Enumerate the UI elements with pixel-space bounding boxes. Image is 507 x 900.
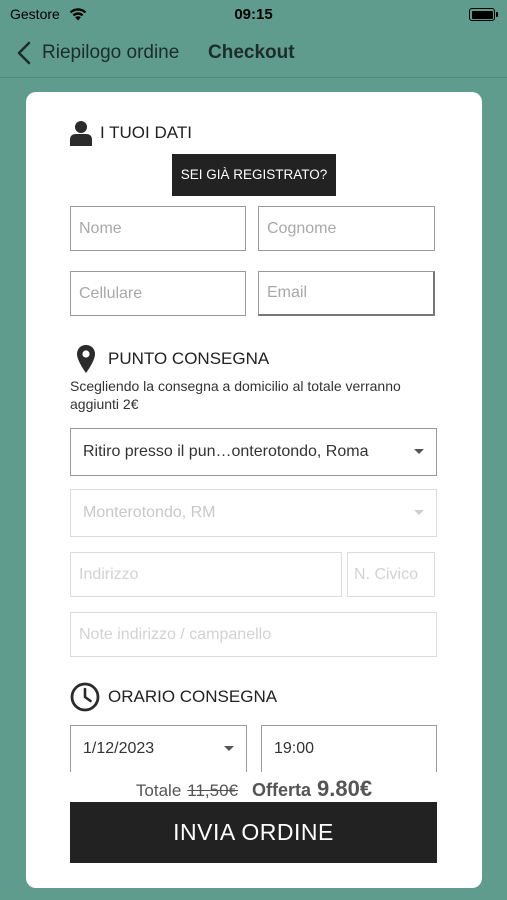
offer-label: Offerta	[252, 780, 312, 800]
location-pin-icon	[77, 345, 95, 373]
already-registered-button[interactable]: SEI GIÀ REGISTRATO?	[172, 154, 336, 196]
chevron-down-icon	[414, 449, 424, 454]
section-schedule-title: ORARIO CONSEGNA	[70, 682, 277, 712]
address-notes-input[interactable]	[70, 612, 437, 657]
section-delivery-title: PUNTO CONSEGNA	[76, 344, 269, 374]
phone-input[interactable]	[70, 271, 246, 316]
city-select[interactable]: Monterotondo, RM	[70, 489, 437, 537]
delivery-note: Scegliendo la consegna a domicilio al to…	[70, 378, 401, 412]
page-title: Checkout	[208, 42, 295, 63]
date-value: 1/12/2023	[83, 740, 155, 757]
email-input[interactable]	[258, 271, 435, 316]
total-old-price: 11,50€	[187, 781, 239, 800]
battery-icon	[469, 8, 498, 21]
time-select[interactable]: 19:00	[261, 725, 437, 775]
status-bar: Gestore 09:15	[0, 0, 507, 30]
last-name-input[interactable]	[258, 206, 435, 251]
section-schedule-label: ORARIO CONSEGNA	[108, 687, 278, 706]
section-delivery-label: PUNTO CONSEGNA	[108, 349, 270, 368]
first-name-input[interactable]	[70, 206, 246, 251]
street-number-input[interactable]	[347, 552, 435, 597]
clock: 09:15	[234, 6, 273, 23]
nav-bar: Riepilogo ordine Checkout	[0, 30, 507, 78]
pickup-point-value: Ritiro presso il pun…onterotondo, Roma	[83, 443, 369, 460]
time-value: 19:00	[274, 740, 315, 757]
clock-icon	[70, 682, 100, 712]
chevron-down-icon	[414, 510, 424, 515]
date-select[interactable]: 1/12/2023	[70, 725, 247, 775]
section-personal-label: I TUOI DATI	[100, 123, 192, 142]
pickup-point-select[interactable]: Ritiro presso il pun…onterotondo, Roma	[70, 428, 437, 476]
submit-order-button[interactable]: INVIA ORDINE	[70, 802, 437, 863]
section-personal-title: I TUOI DATI	[70, 120, 192, 146]
user-icon	[70, 121, 92, 146]
address-input[interactable]	[70, 552, 342, 597]
offer-price: 9.80€	[317, 776, 373, 801]
city-value: Monterotondo, RM	[83, 504, 216, 521]
total-label: Totale	[135, 781, 182, 800]
back-button[interactable]: Riepilogo ordine	[42, 42, 179, 64]
checkout-card: I TUOI DATI SEI GIÀ REGISTRATO? PUNTO CO…	[26, 92, 482, 888]
chevron-left-icon[interactable]	[14, 40, 36, 66]
order-total: Totale 11,50€ Offerta 9.80€	[26, 772, 482, 804]
chevron-down-icon	[224, 746, 234, 751]
